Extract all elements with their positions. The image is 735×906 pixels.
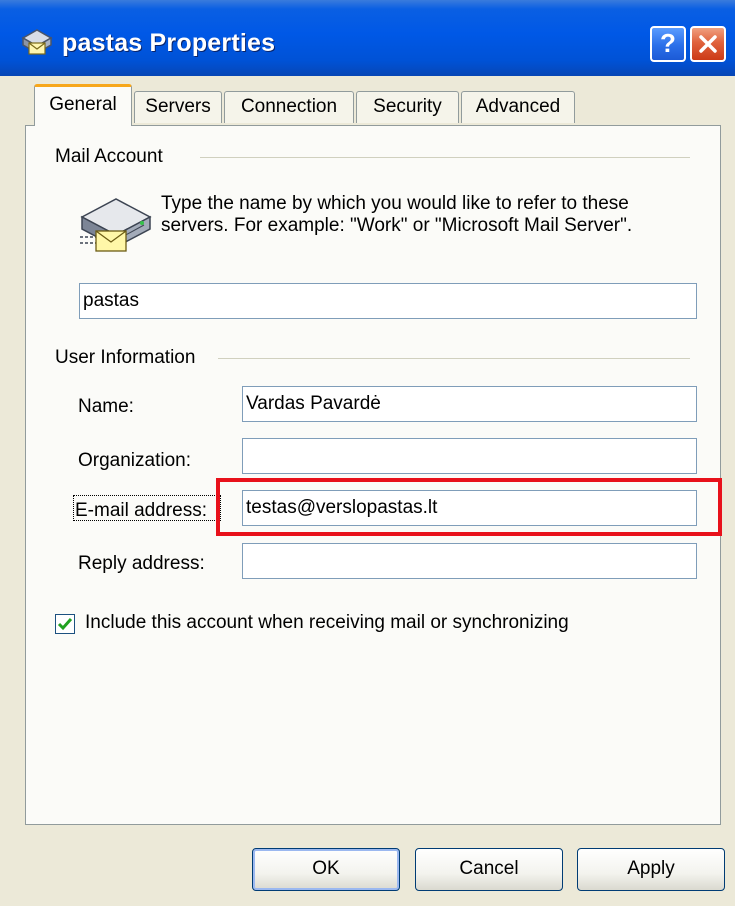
- tab-connection[interactable]: Connection: [224, 91, 354, 123]
- include-account-checkbox[interactable]: [55, 614, 75, 634]
- user-information-divider: [218, 358, 690, 359]
- close-button[interactable]: [690, 26, 726, 62]
- tab-advanced[interactable]: Advanced: [461, 91, 575, 123]
- help-icon: ?: [660, 28, 676, 58]
- name-label: Name:: [78, 396, 134, 417]
- email-highlight-box: [216, 478, 722, 536]
- include-account-label[interactable]: Include this account when receiving mail…: [85, 612, 569, 634]
- mail-account-divider: [200, 157, 690, 158]
- account-name-input[interactable]: pastas: [79, 283, 697, 319]
- reply-address-input[interactable]: [242, 543, 697, 579]
- checkmark-icon: [57, 618, 73, 631]
- cancel-button[interactable]: Cancel: [415, 848, 563, 891]
- properties-dialog: pastas Properties ? General Servers Conn…: [0, 0, 735, 906]
- user-information-group-title: User Information: [55, 347, 200, 369]
- tab-general[interactable]: General: [34, 84, 132, 126]
- close-icon: [699, 35, 717, 53]
- title-bar[interactable]: pastas Properties ?: [0, 0, 735, 76]
- organization-label: Organization:: [78, 450, 192, 471]
- mail-account-description: Type the name by which you would like to…: [161, 193, 633, 236]
- name-input[interactable]: Vardas Pavardė: [242, 386, 697, 422]
- window-title: pastas Properties: [62, 29, 276, 57]
- mail-server-icon: [80, 198, 152, 252]
- help-button[interactable]: ?: [650, 26, 686, 62]
- tab-security[interactable]: Security: [356, 91, 459, 123]
- mail-account-group-title: Mail Account: [55, 146, 167, 168]
- ok-button[interactable]: OK: [252, 848, 400, 891]
- email-label: E-mail address:: [75, 500, 207, 521]
- tab-servers[interactable]: Servers: [134, 91, 222, 123]
- account-icon: [21, 29, 53, 55]
- apply-button[interactable]: Apply: [577, 848, 725, 891]
- organization-input[interactable]: [242, 438, 697, 474]
- reply-address-label: Reply address:: [78, 553, 205, 574]
